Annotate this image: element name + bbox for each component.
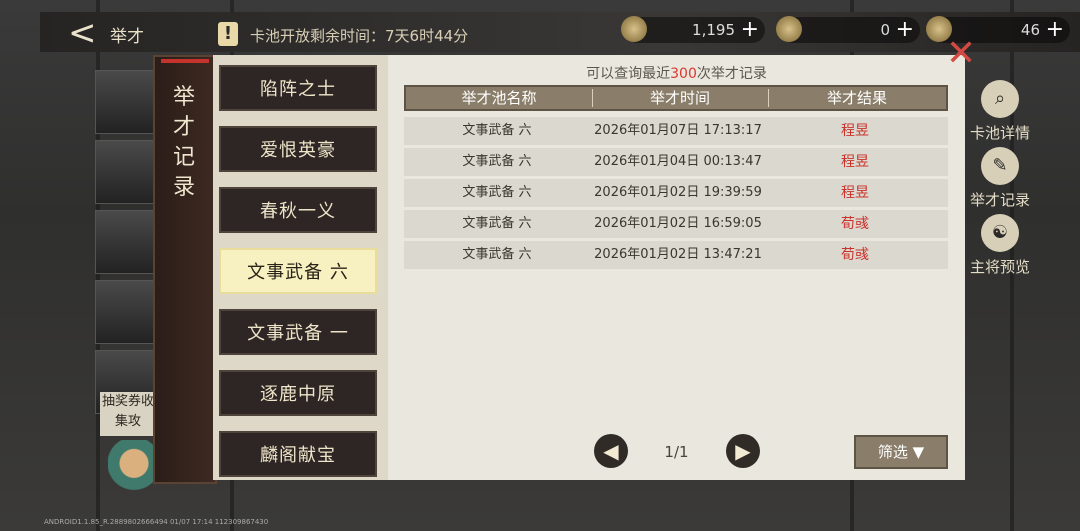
general-card[interactable]: [95, 140, 155, 204]
column-header: 举才结果: [826, 89, 887, 107]
preview-icon: ☯: [981, 214, 1019, 252]
general-card[interactable]: [95, 210, 155, 274]
record-button[interactable]: ✎ 举才记录: [960, 147, 1040, 210]
add-jade-button[interactable]: +: [1046, 17, 1064, 43]
add-coin-button[interactable]: +: [741, 17, 759, 43]
general-preview-button[interactable]: ☯ 主将预览: [960, 214, 1040, 277]
pool-tab-list: 陷阵之士 爱恨英豪 春秋一义 文事武备 六 文事武备 一 逐鹿中原 麟阁献宝: [213, 55, 388, 480]
hint-banner[interactable]: 抽奖券收集攻: [100, 392, 156, 436]
column-header: 举才时间: [649, 89, 710, 107]
currency-coin: 1,195 +: [621, 16, 765, 43]
tab-pool-6[interactable]: 逐鹿中原: [219, 370, 377, 416]
back-button[interactable]: <: [68, 16, 104, 50]
table-row: 文事武备 六 2026年01月02日 16:59:05 荀彧: [404, 210, 948, 238]
column-header: 举才池名称: [461, 89, 537, 107]
modal-title-panel: 举才记录: [153, 55, 217, 484]
tab-pool-5[interactable]: 文事武备 一: [219, 309, 377, 355]
table-row: 文事武备 六 2026年01月02日 19:39:59 程昱: [404, 179, 948, 207]
table-row: 文事武备 六 2026年01月04日 00:13:47 程昱: [404, 148, 948, 176]
general-card-list: [95, 70, 155, 420]
top-bar: [40, 12, 1080, 52]
pool-timer: 卡池开放剩余时间：7天6时44分: [250, 27, 469, 45]
filter-button[interactable]: 筛选 ▼: [854, 435, 948, 469]
page-title: 举才: [110, 27, 144, 47]
tab-pool-4-active[interactable]: 文事武备 六: [219, 248, 377, 294]
currency-token: 0 +: [776, 16, 920, 43]
pool-detail-button[interactable]: ⌕ 卡池详情: [960, 80, 1040, 143]
record-panel: 可以查询最近300次举才记录 举才池名称 举才时间 举才结果 文事武备 六 20…: [388, 55, 965, 480]
version-text: ANDROID1.1.85_R.2889802666494 01/07 17:1…: [44, 518, 269, 526]
tab-pool-2[interactable]: 爱恨英豪: [219, 126, 377, 172]
filter-icon: ▼: [912, 443, 925, 461]
general-card[interactable]: [95, 70, 155, 134]
modal-title: 举才记录: [172, 85, 197, 200]
coin-icon: [621, 16, 647, 42]
brush-icon: ✎: [981, 147, 1019, 185]
add-token-button[interactable]: +: [896, 17, 914, 43]
tab-pool-1[interactable]: 陷阵之士: [219, 65, 377, 111]
search-icon: ⌕: [981, 80, 1019, 118]
general-card[interactable]: [95, 280, 155, 344]
token-icon: [776, 16, 802, 42]
record-subtitle: 可以查询最近300次举才记录: [586, 66, 767, 82]
tab-pool-3[interactable]: 春秋一义: [219, 187, 377, 233]
tab-pool-7[interactable]: 麟阁献宝: [219, 431, 377, 477]
table-row: 文事武备 六 2026年01月02日 13:47:21 荀彧: [404, 241, 948, 269]
table-row: 文事武备 六 2026年01月07日 17:13:17 程昱: [404, 117, 948, 145]
close-button[interactable]: ✕: [946, 36, 976, 72]
next-page-button[interactable]: ▶: [726, 434, 760, 468]
table-header: 举才池名称 举才时间 举才结果: [404, 85, 948, 111]
warning-icon[interactable]: !: [218, 22, 238, 46]
